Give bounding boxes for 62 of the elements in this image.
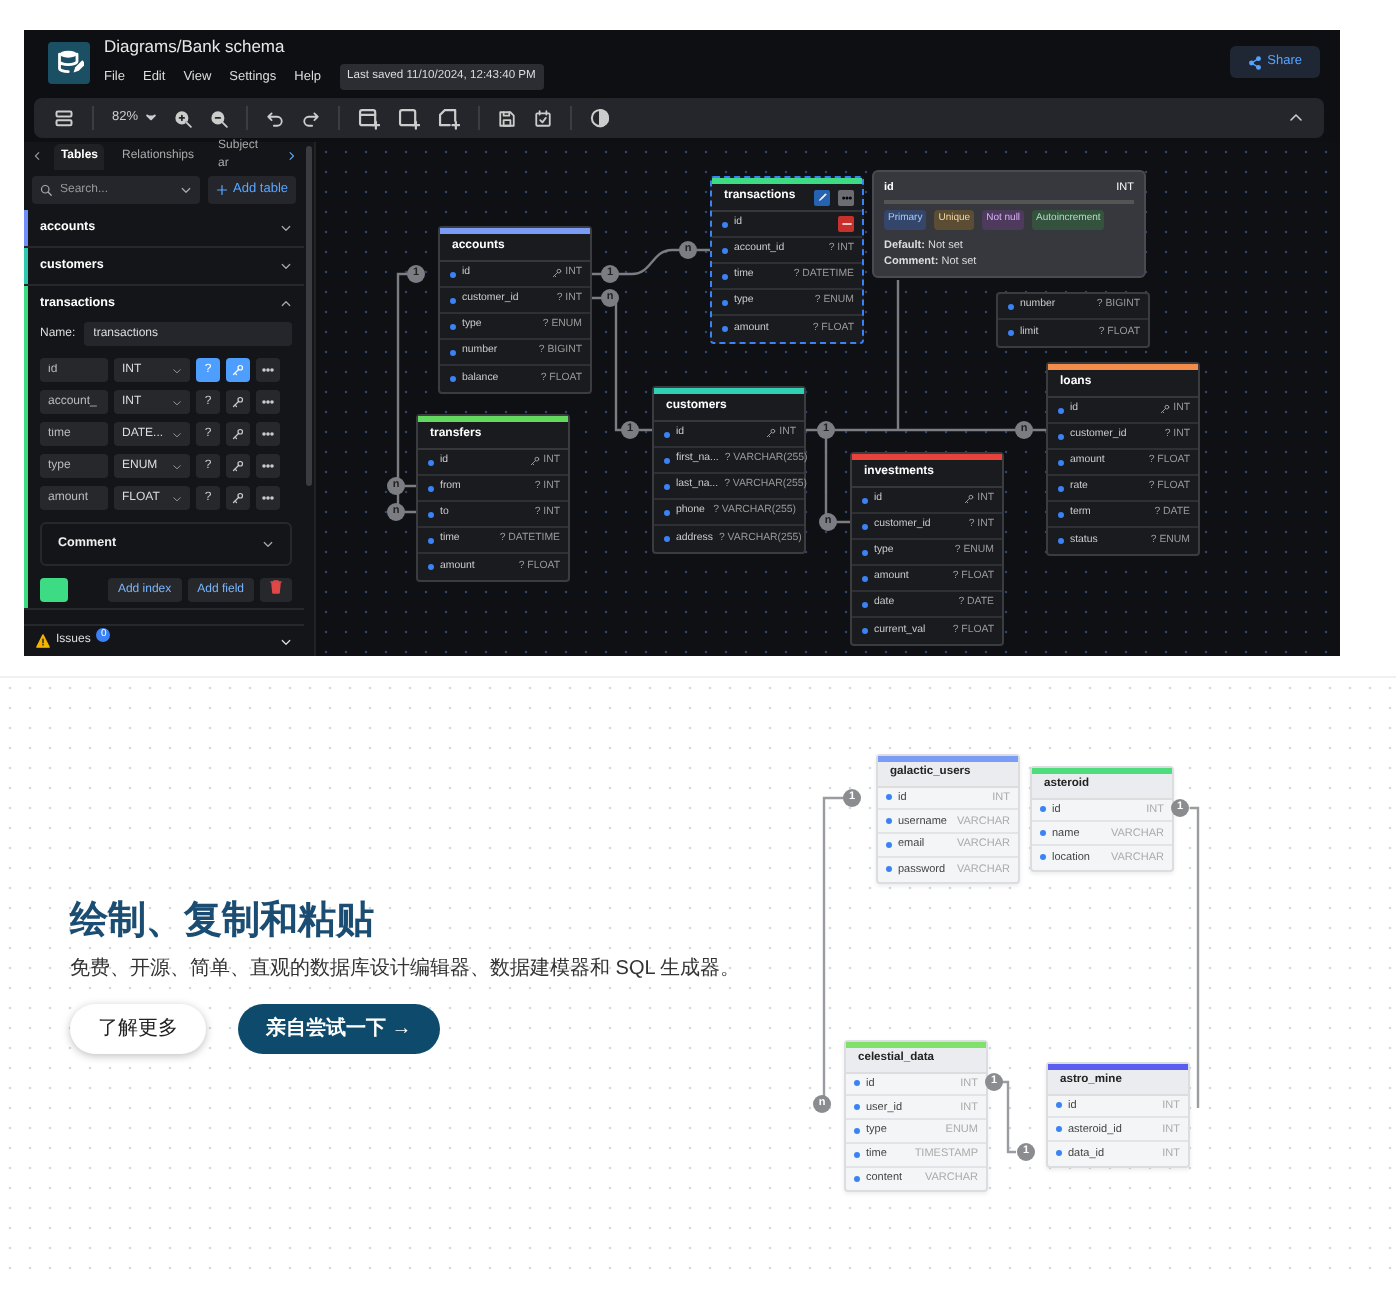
relationship-line[interactable]	[1190, 805, 1200, 1107]
caret-down-icon	[172, 493, 182, 503]
more-button[interactable]	[838, 189, 854, 205]
chevron-up-icon[interactable]	[280, 298, 292, 310]
delete-field-button[interactable]	[838, 216, 854, 232]
plus-icon	[215, 184, 228, 196]
primary-key-toggle[interactable]	[226, 454, 250, 478]
undo-icon[interactable]	[266, 109, 285, 127]
caret-down-icon	[172, 397, 182, 407]
calendar-check-icon[interactable]	[534, 109, 553, 127]
relationship-line[interactable]	[592, 296, 652, 432]
more-options-button[interactable]	[256, 422, 280, 446]
chevron-down-icon[interactable]	[280, 222, 292, 234]
caret-down-icon	[172, 461, 182, 471]
edit-button[interactable]	[814, 189, 830, 205]
primary-key-toggle[interactable]	[226, 486, 250, 510]
relationship-line[interactable]	[592, 248, 710, 276]
key-icon	[232, 364, 244, 376]
chevron-down-icon[interactable]	[262, 538, 274, 550]
trash-icon	[270, 580, 282, 595]
minus-icon	[841, 222, 851, 226]
more-options-button[interactable]	[256, 486, 280, 510]
chevron-left-icon[interactable]	[32, 150, 43, 162]
caret-icon	[146, 114, 157, 122]
zoom-in-icon[interactable]	[174, 109, 193, 127]
color-swatch[interactable]	[40, 578, 68, 602]
layout-menu-icon[interactable]	[54, 109, 74, 127]
delete-table-button[interactable]	[260, 578, 292, 602]
more-options-button[interactable]	[256, 358, 280, 382]
contrast-icon[interactable]	[590, 108, 611, 128]
search-icon	[40, 184, 52, 196]
chevron-up-icon[interactable]	[1288, 110, 1304, 126]
hero-subtitle: 免费、开源、简单、直观的数据库设计编辑器、数据建模器和 SQL 生成器。	[70, 955, 743, 984]
learn-more-button[interactable]: 了解更多	[70, 1003, 206, 1054]
diagram-title: Diagrams/Bank schema	[104, 34, 287, 61]
key-icon	[232, 492, 244, 504]
primary-key-toggle[interactable]	[226, 390, 250, 414]
save-icon[interactable]	[498, 109, 517, 127]
chevron-right-icon[interactable]	[285, 150, 296, 162]
pencil-icon	[817, 192, 827, 202]
key-icon	[232, 460, 244, 472]
key-icon	[232, 396, 244, 408]
key-icon	[232, 428, 244, 440]
warning-icon	[36, 634, 50, 648]
relationship-line[interactable]	[1002, 1079, 1016, 1153]
primary-key-toggle[interactable]	[226, 358, 250, 382]
caret-down-icon	[172, 365, 182, 375]
more-options-button[interactable]	[256, 390, 280, 414]
hero-heading: 绘制、复制和粘贴	[70, 900, 376, 946]
add-table-icon[interactable]	[358, 107, 381, 129]
database-logo-icon	[55, 48, 83, 76]
more-options-button[interactable]	[256, 454, 280, 478]
chevron-down-icon[interactable]	[280, 260, 292, 272]
zoom-out-icon[interactable]	[210, 109, 229, 127]
try-it-button[interactable]: 亲自尝试一下 →	[238, 1003, 440, 1054]
redo-icon[interactable]	[302, 109, 321, 127]
primary-key-toggle[interactable]	[226, 422, 250, 446]
caret-down-icon	[172, 429, 182, 439]
add-area-icon[interactable]	[398, 107, 421, 129]
caret-down-icon	[179, 184, 192, 196]
share-icon	[1247, 55, 1262, 69]
add-note-icon[interactable]	[438, 107, 461, 129]
